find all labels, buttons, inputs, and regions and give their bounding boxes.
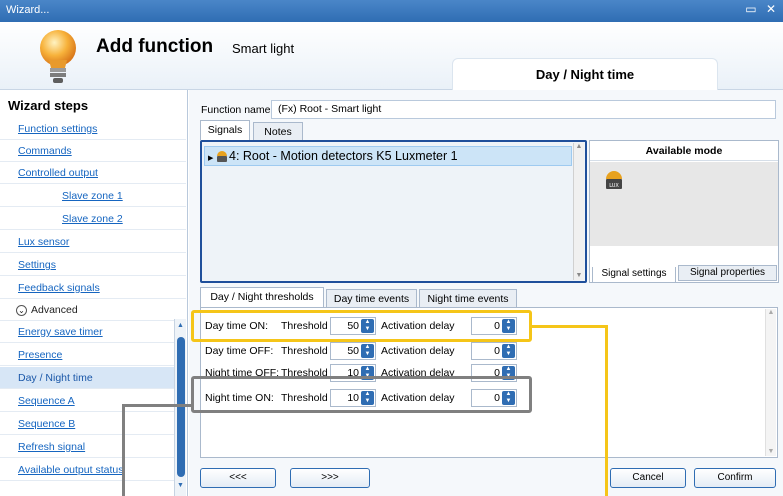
previous-button[interactable]: <<< — [200, 468, 276, 488]
signals-scrollbar[interactable]: ▲ ▼ — [573, 143, 584, 280]
sidebar-item-energy-save-timer[interactable]: Energy save timer — [0, 321, 174, 343]
available-mode-title: Available mode — [590, 141, 778, 161]
row-pointer-icon: ▶ — [208, 155, 214, 162]
sidebar-item-slave-zone-2[interactable]: Slave zone 2 — [0, 208, 186, 230]
sidebar-item-controlled-output[interactable]: Controlled output — [0, 162, 186, 184]
sidebar-title: Wizard steps — [8, 98, 89, 113]
sidebar-item-function-settings[interactable]: Function settings — [0, 118, 186, 140]
function-name-label: Function name: — [201, 104, 274, 116]
callout-line-gray-h — [122, 404, 192, 407]
sidebar-item-presence[interactable]: Presence — [0, 344, 174, 366]
function-name-input[interactable]: (Fx) Root - Smart light — [271, 100, 776, 119]
sidebar-item-day-night-time[interactable]: Day / Night time — [0, 367, 174, 389]
window-title: Wizard... — [6, 4, 50, 16]
night-time-highlight — [191, 376, 532, 413]
callout-line-yellow-h — [532, 325, 608, 328]
available-mode-list: LUX — [590, 162, 778, 246]
tab-day-night-thresholds[interactable]: Day / Night thresholds — [200, 287, 324, 307]
spinner-icon[interactable]: ▲ ▼ — [361, 344, 374, 358]
tab-signals[interactable]: Signals — [200, 120, 250, 140]
tab-night-time-events[interactable]: Night time events — [419, 289, 517, 308]
delay-label: Activation delay — [381, 345, 455, 357]
spinner-icon[interactable]: ▲ ▼ — [502, 344, 515, 358]
lux-mode-icon[interactable]: LUX — [604, 168, 624, 192]
window-controls[interactable]: ▭ ✕ — [745, 2, 779, 16]
row-label: Day time OFF: — [205, 345, 274, 357]
signal-row-selected[interactable]: ▶ 4: Root - Motion detectors K5 Luxmeter… — [204, 146, 572, 166]
sidebar-item-lux-sensor[interactable]: Lux sensor — [0, 231, 186, 253]
signals-list[interactable]: ▶ 4: Root - Motion detectors K5 Luxmeter… — [200, 140, 587, 283]
sidebar-advanced-toggle[interactable]: ⌄ Advanced — [0, 299, 186, 321]
wizard-header: Add function Smart light Day / Night tim… — [0, 22, 783, 90]
sidebar-item-available-output-status[interactable]: Available output status — [0, 459, 174, 481]
cancel-button[interactable]: Cancel — [610, 468, 686, 488]
tab-signal-settings[interactable]: Signal settings — [592, 267, 676, 283]
callout-line-gray-v — [122, 404, 125, 496]
sidebar-scrollbar[interactable]: ▲ ▼ — [174, 319, 186, 496]
current-step-tab: Day / Night time — [452, 58, 718, 90]
page-title: Add function — [96, 36, 214, 57]
confirm-button[interactable]: Confirm — [694, 468, 776, 488]
scroll-down-icon[interactable]: ▼ — [177, 482, 184, 489]
sidebar-item-slave-zone-1[interactable]: Slave zone 1 — [0, 185, 186, 207]
wizard-steps-sidebar: Wizard steps Function settings Commands … — [0, 90, 188, 496]
tab-day-time-events[interactable]: Day time events — [326, 289, 417, 308]
callout-line-yellow-v — [605, 325, 608, 496]
sidebar-item-feedback-signals[interactable]: Feedback signals — [0, 277, 186, 299]
sidebar-item-sequence-a[interactable]: Sequence A — [0, 390, 174, 412]
chevron-down-icon: ⌄ — [16, 304, 27, 316]
delay-input[interactable]: 0 ▲ ▼ — [471, 342, 517, 360]
lux-sensor-icon — [217, 151, 227, 162]
threshold-input[interactable]: 50 ▲ ▼ — [330, 342, 376, 360]
next-button[interactable]: >>> — [290, 468, 370, 488]
thresholds-scrollbar[interactable]: ▲ ▼ — [765, 309, 776, 456]
sidebar-scroll-thumb[interactable] — [177, 337, 185, 477]
advanced-label: Advanced — [31, 304, 78, 316]
svg-text:LUX: LUX — [609, 183, 619, 189]
scroll-up-icon[interactable]: ▲ — [177, 322, 184, 329]
tab-notes[interactable]: Notes — [253, 122, 303, 141]
signal-name: 4: Root - Motion detectors K5 Luxmeter 1 — [229, 149, 458, 163]
sidebar-item-settings[interactable]: Settings — [0, 254, 186, 276]
tab-signal-properties[interactable]: Signal properties — [678, 265, 777, 281]
title-bar: Wizard... ▭ ✕ — [0, 0, 783, 22]
sidebar-item-sequence-b[interactable]: Sequence B — [0, 413, 174, 435]
sidebar-item-commands[interactable]: Commands — [0, 140, 186, 162]
available-mode-panel: Available mode LUX Signal settings Signa… — [589, 140, 779, 283]
day-time-highlight — [191, 310, 532, 342]
threshold-label: Threshold — [281, 345, 328, 357]
available-mode-tabs: Signal settings Signal properties — [590, 265, 778, 283]
light-bulb-icon — [40, 30, 76, 83]
main-panel: Function name: (Fx) Root - Smart light S… — [189, 90, 783, 496]
sidebar-item-refresh-signal[interactable]: Refresh signal — [0, 436, 174, 458]
page-subtitle: Smart light — [232, 41, 295, 56]
